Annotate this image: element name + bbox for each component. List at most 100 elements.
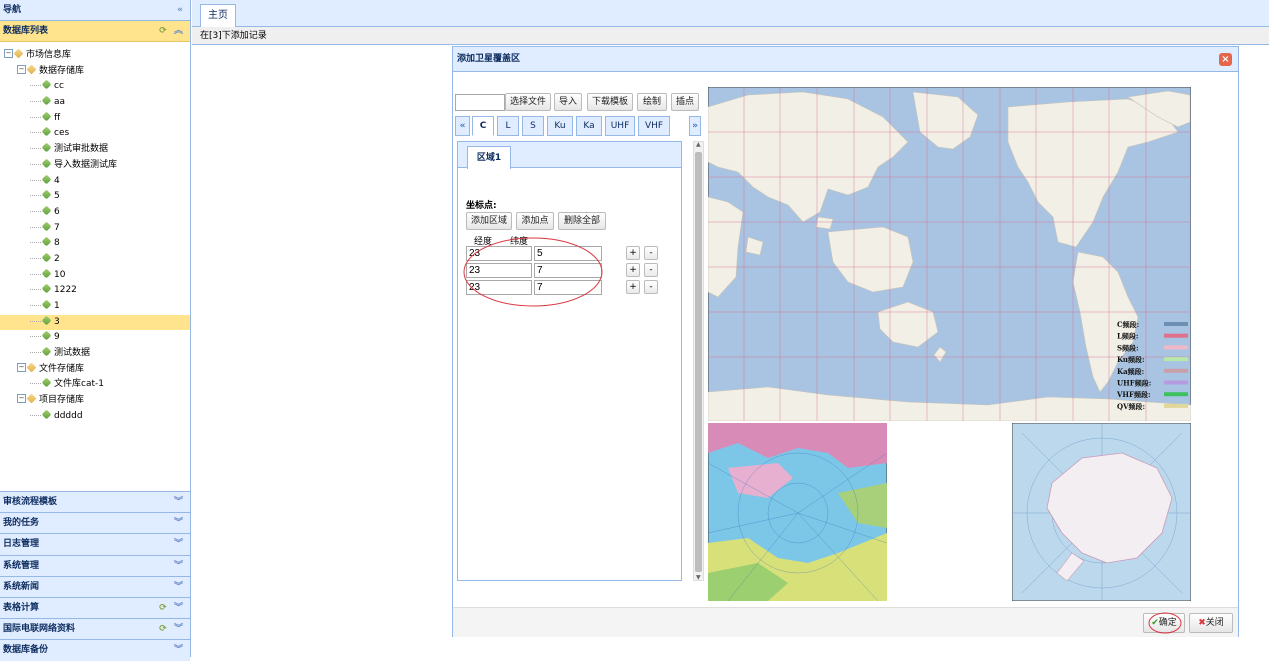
accordion-label: 国际电联网络资料: [3, 624, 76, 635]
chevron-down-icon[interactable]: ︾: [174, 497, 185, 507]
tree-node[interactable]: − 项目存储库: [0, 393, 190, 409]
legend-label: Ka频段:: [1117, 367, 1144, 376]
close-button[interactable]: ✖关闭: [1189, 613, 1233, 633]
chevron-down-icon[interactable]: ︾: [174, 582, 185, 592]
refresh-icon[interactable]: ⟳: [159, 26, 169, 36]
accordion-item[interactable]: 我的任务 ︾: [0, 512, 190, 534]
file-path-input[interactable]: [455, 94, 505, 111]
remove-row-button[interactable]: -: [644, 263, 658, 277]
accordion-item[interactable]: 系统管理 ︾: [0, 554, 190, 576]
tree-node[interactable]: 7: [0, 221, 190, 237]
world-map[interactable]: C频段: L频段: S频段: Ku频段: Ka频段: UHF频段: VHF频段: QV频段:: [708, 87, 1191, 421]
panel-scrollbar[interactable]: ▲ ▼: [693, 141, 704, 581]
tree-node[interactable]: 文件库cat-1: [0, 377, 190, 393]
legend-swatch: [1164, 345, 1188, 350]
accordion-item[interactable]: 日志管理 ︾: [0, 533, 190, 555]
collapse-left-icon[interactable]: «: [177, 0, 185, 21]
database-icon: [41, 283, 52, 294]
chevron-down-icon[interactable]: ︾: [174, 624, 185, 634]
tab-band-c[interactable]: C: [472, 116, 494, 136]
add-region-button[interactable]: 添加区域: [466, 212, 512, 230]
database-icon: [41, 189, 52, 200]
tab-band-uhf[interactable]: UHF: [605, 116, 635, 136]
add-point-button[interactable]: 添加点: [516, 212, 554, 230]
refresh-icon[interactable]: ⟳: [159, 624, 174, 634]
accordion-item[interactable]: 数据库备份 ︾: [0, 639, 190, 661]
collapse-toggle-icon[interactable]: −: [17, 64, 26, 74]
tree-node[interactable]: 8: [0, 236, 190, 252]
import-button[interactable]: 导入: [554, 93, 582, 111]
select-file-button[interactable]: 选择文件: [505, 93, 551, 111]
tree-node-label: 4: [54, 175, 60, 186]
tab-scroll-right-icon[interactable]: »: [689, 116, 701, 136]
add-row-button[interactable]: +: [626, 280, 640, 294]
db-list-header[interactable]: 数据库列表 ⟳ ︽: [0, 21, 190, 42]
tree-node[interactable]: 导入数据测试库: [0, 158, 190, 174]
region-panel: 区域1 坐标点: 添加区域 添加点 删除全部 经度 纬度 23 5 + -23 7 + -2…: [457, 141, 682, 581]
tree-node-label: ddddd: [54, 410, 83, 421]
tree-node[interactable]: 4: [0, 174, 190, 190]
remove-row-button[interactable]: -: [644, 280, 658, 294]
accordion-label: 系统管理: [3, 560, 40, 571]
tab-scroll-left-icon[interactable]: «: [455, 116, 470, 136]
add-row-button[interactable]: +: [626, 246, 640, 260]
tab-band-l[interactable]: L: [497, 116, 519, 136]
close-icon[interactable]: ×: [1219, 53, 1232, 66]
tree-node[interactable]: 6: [0, 205, 190, 221]
band-tabs: « C L S Ku Ka UHF VHF »: [453, 116, 701, 136]
tab-band-ka[interactable]: Ka: [576, 116, 602, 136]
chevron-down-icon[interactable]: ︾: [174, 603, 185, 613]
tree-node[interactable]: cc: [0, 79, 190, 95]
collapse-toggle-icon[interactable]: −: [17, 362, 26, 372]
accordion-item[interactable]: 审核流程模板 ︾: [0, 491, 190, 513]
refresh-icon[interactable]: ⟳: [159, 603, 174, 613]
tree-node[interactable]: 5: [0, 189, 190, 205]
legend-swatch: [1164, 333, 1188, 338]
tree-node[interactable]: 9: [0, 330, 190, 346]
delete-all-button[interactable]: 删除全部: [558, 212, 606, 230]
legend-label: L频段:: [1117, 332, 1139, 341]
chevron-down-icon[interactable]: ︾: [174, 561, 185, 571]
chevron-down-icon[interactable]: ︾: [174, 539, 185, 549]
nav-title: 导航: [3, 5, 22, 15]
tree-node[interactable]: − 市场信息库: [0, 48, 190, 64]
tree-node[interactable]: 1: [0, 299, 190, 315]
tree-node[interactable]: 2: [0, 252, 190, 268]
collapse-toggle-icon[interactable]: −: [17, 394, 26, 404]
remove-row-button[interactable]: -: [644, 246, 658, 260]
tab-home[interactable]: 主页: [200, 4, 236, 27]
collapse-toggle-icon[interactable]: −: [4, 49, 13, 58]
tab-band-s[interactable]: S: [522, 116, 544, 136]
tree-node[interactable]: 测试数据: [0, 346, 190, 362]
draw-button[interactable]: 绘制: [637, 93, 667, 111]
tree-node[interactable]: aa: [0, 95, 190, 111]
pick-point-button[interactable]: 插点: [671, 93, 699, 111]
tree-node[interactable]: 测试审批数据: [0, 142, 190, 158]
add-row-button[interactable]: +: [626, 263, 640, 277]
chevron-up-icon[interactable]: ︽: [174, 26, 185, 36]
tab-band-ku[interactable]: Ku: [547, 116, 573, 136]
legend-label: QV频段:: [1117, 402, 1145, 411]
chevron-down-icon[interactable]: ︾: [174, 645, 185, 655]
tree-node[interactable]: ces: [0, 126, 190, 142]
accordion-item[interactable]: 国际电联网络资料 ⟳ ︾: [0, 618, 190, 640]
tree-node[interactable]: ddddd: [0, 409, 190, 425]
tab-region-1[interactable]: 区域1: [467, 146, 511, 169]
tab-band-vhf[interactable]: VHF: [638, 116, 670, 136]
download-template-button[interactable]: 下载模板: [587, 93, 633, 111]
tree-node[interactable]: ff: [0, 111, 190, 127]
tree-node[interactable]: 10: [0, 268, 190, 284]
tree-node[interactable]: − 数据存储库: [0, 64, 190, 80]
accordion-label: 审核流程模板: [3, 497, 58, 507]
tree-node-label: 3: [54, 316, 60, 327]
database-icon: [41, 111, 52, 122]
tree-node[interactable]: − 文件存储库: [0, 362, 190, 378]
tree-node[interactable]: 3: [0, 314, 190, 331]
chevron-down-icon[interactable]: ︾: [174, 518, 185, 528]
accordion-item[interactable]: 表格计算 ⟳ ︾: [0, 596, 190, 619]
accordion-item[interactable]: 系统新闻 ︾: [0, 575, 190, 597]
tree-node-label: 5: [54, 191, 60, 202]
tree-node[interactable]: 1222: [0, 283, 190, 299]
scrollbar-thumb[interactable]: [695, 152, 702, 572]
tree-node-label: ces: [54, 128, 70, 139]
